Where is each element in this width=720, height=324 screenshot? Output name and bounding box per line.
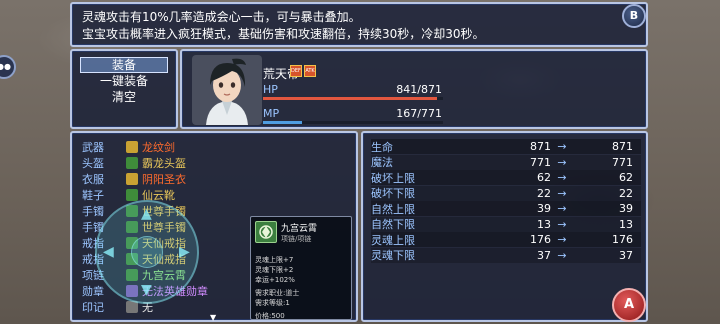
virtual-dpad[interactable]: ▲ ▼ ◀ ▶ (95, 200, 199, 304)
hp-label: HP (263, 83, 278, 96)
param-row: 破坏下限 22 → 22 (371, 185, 641, 201)
item-tooltip: 九宫云霄 项链/项链 灵魂上限+7 灵魂下限+2 幸运+102% 需求职业:道士… (250, 216, 352, 320)
a-button[interactable]: A (612, 288, 646, 322)
param-row: 生命 871 → 871 (371, 139, 641, 154)
actor-status-window: 荒天帝 DEF ATK HP 841/871 MP 167/771 (180, 49, 648, 129)
param-old-value: 871 (530, 140, 551, 153)
equip-item-name: 阴阳圣衣 (142, 172, 186, 186)
param-new-value: 771 (612, 155, 633, 169)
param-old-value: 62 (537, 171, 551, 184)
scroll-down-icon: ▼ (210, 313, 217, 322)
param-new-value: 176 (612, 233, 633, 246)
param-label: 破坏上限 (371, 171, 415, 185)
param-arrow: → (557, 202, 567, 215)
param-row: 灵魂下限 37 → 37 (371, 247, 641, 263)
mp-value: 167/771 (396, 107, 442, 120)
tooltip-item-name: 九宫云霄 (281, 224, 318, 234)
mp-gauge-fill (263, 121, 302, 124)
param-arrow: → (557, 140, 567, 153)
attack-buff-icon: ATK (304, 65, 316, 77)
actor-portrait (192, 55, 262, 125)
tooltip-price: 价格:500 (255, 312, 285, 320)
equip-slot-type: 衣服 (82, 172, 104, 186)
param-new-value: 13 (619, 217, 633, 231)
param-arrow: → (557, 248, 567, 262)
hp-gauge (263, 97, 443, 100)
dpad-left-icon: ◀ (103, 244, 114, 260)
equip-item-icon (126, 172, 138, 185)
param-row: 破坏上限 62 → 62 (371, 170, 641, 185)
param-label: 生命 (371, 140, 393, 154)
dpad-right-icon: ▶ (179, 244, 190, 260)
equip-slot-type: 鞋子 (82, 188, 104, 202)
equip-slot-row[interactable]: 衣服 阴阳圣衣 (82, 171, 186, 186)
tooltip-line: 灵魂下限+2 (255, 266, 294, 274)
mp-label: MP (263, 107, 280, 120)
hp-gauge-fill (263, 97, 437, 100)
command-clear[interactable]: 清空 (80, 89, 168, 105)
hp-value: 841/871 (396, 83, 442, 96)
equip-item-icon (126, 188, 138, 201)
param-row: 灵魂上限 176 → 176 (371, 232, 641, 247)
param-arrow: → (557, 217, 567, 231)
equip-item-icon (126, 140, 138, 153)
state-icons: DEF ATK (290, 65, 316, 77)
equip-slot-row[interactable]: 武器 龙纹剑 (82, 139, 175, 154)
command-optimize[interactable]: 一键装备 (80, 73, 168, 89)
help-window: 灵魂攻击有10%几率造成会心一击，可与暴击叠加。 宝宝攻击概率进入疯狂模式，基础… (70, 2, 648, 47)
param-old-value: 771 (530, 155, 551, 169)
equip-item-icon (126, 156, 138, 169)
tooltip-line: 灵魂上限+7 (255, 256, 294, 264)
param-new-value: 871 (612, 140, 633, 153)
equip-command-window: 装备 一键装备 清空 (70, 49, 178, 129)
param-new-value: 62 (619, 171, 633, 184)
param-new-value: 37 (619, 248, 633, 262)
tooltip-item-type: 项链/项链 (281, 235, 312, 243)
necklace-icon (255, 221, 277, 243)
param-label: 灵魂上限 (371, 233, 415, 247)
dpad-knob[interactable] (131, 236, 163, 268)
equip-slot-type: 头盔 (82, 156, 104, 170)
equip-slot-type: 印记 (82, 300, 104, 314)
param-arrow: → (557, 186, 567, 200)
tooltip-line: 幸运+102% (255, 276, 295, 284)
param-label: 自然下限 (371, 218, 415, 231)
param-old-value: 22 (537, 186, 551, 200)
defense-buff-icon: DEF (290, 65, 302, 77)
param-old-value: 39 (537, 202, 551, 215)
equip-slot-type: 武器 (82, 140, 104, 154)
param-old-value: 176 (530, 233, 551, 246)
equip-item-name: 霸龙头盔 (142, 156, 186, 170)
param-new-value: 22 (619, 186, 633, 200)
param-new-value: 39 (619, 202, 633, 215)
b-button[interactable]: B (622, 4, 646, 28)
equip-slot-row[interactable]: 鞋子 仙云靴 (82, 187, 175, 202)
equip-slot-row[interactable]: 头盔 霸龙头盔 (82, 155, 186, 170)
param-old-value: 37 (537, 248, 551, 262)
dpad-down-icon: ▼ (141, 282, 152, 298)
tooltip-line: 需求职业:道士 (255, 289, 300, 297)
param-row: 魔法 771 → 771 (371, 154, 641, 170)
param-compare-window: 生命 871 → 871 魔法 771 → 771 破坏上限 62 → 62 破坏下限 22 → 22 自然上限… (361, 131, 648, 322)
dpad-up-icon: ▲ (141, 206, 152, 222)
help-text-line-2: 宝宝攻击概率进入疯狂模式，基础伤害和攻速翻倍，持续30秒，冷却30秒。 (82, 27, 485, 41)
help-text-line-1: 灵魂攻击有10%几率造成会心一击，可与暴击叠加。 (82, 10, 361, 24)
tooltip-line: 需求等级:1 (255, 299, 290, 307)
mp-gauge (263, 121, 443, 124)
param-label: 灵魂下限 (371, 249, 415, 262)
param-old-value: 13 (537, 217, 551, 231)
equip-item-name: 龙纹剑 (142, 140, 175, 154)
param-label: 魔法 (371, 156, 393, 169)
param-row: 自然下限 13 → 13 (371, 216, 641, 232)
param-row: 自然上限 39 → 39 (371, 201, 641, 216)
param-arrow: → (557, 233, 567, 246)
param-arrow: → (557, 155, 567, 169)
param-arrow: → (557, 171, 567, 184)
command-equip[interactable]: 装备 (80, 57, 168, 73)
param-label: 破坏下限 (371, 187, 415, 200)
param-label: 自然上限 (371, 202, 415, 216)
